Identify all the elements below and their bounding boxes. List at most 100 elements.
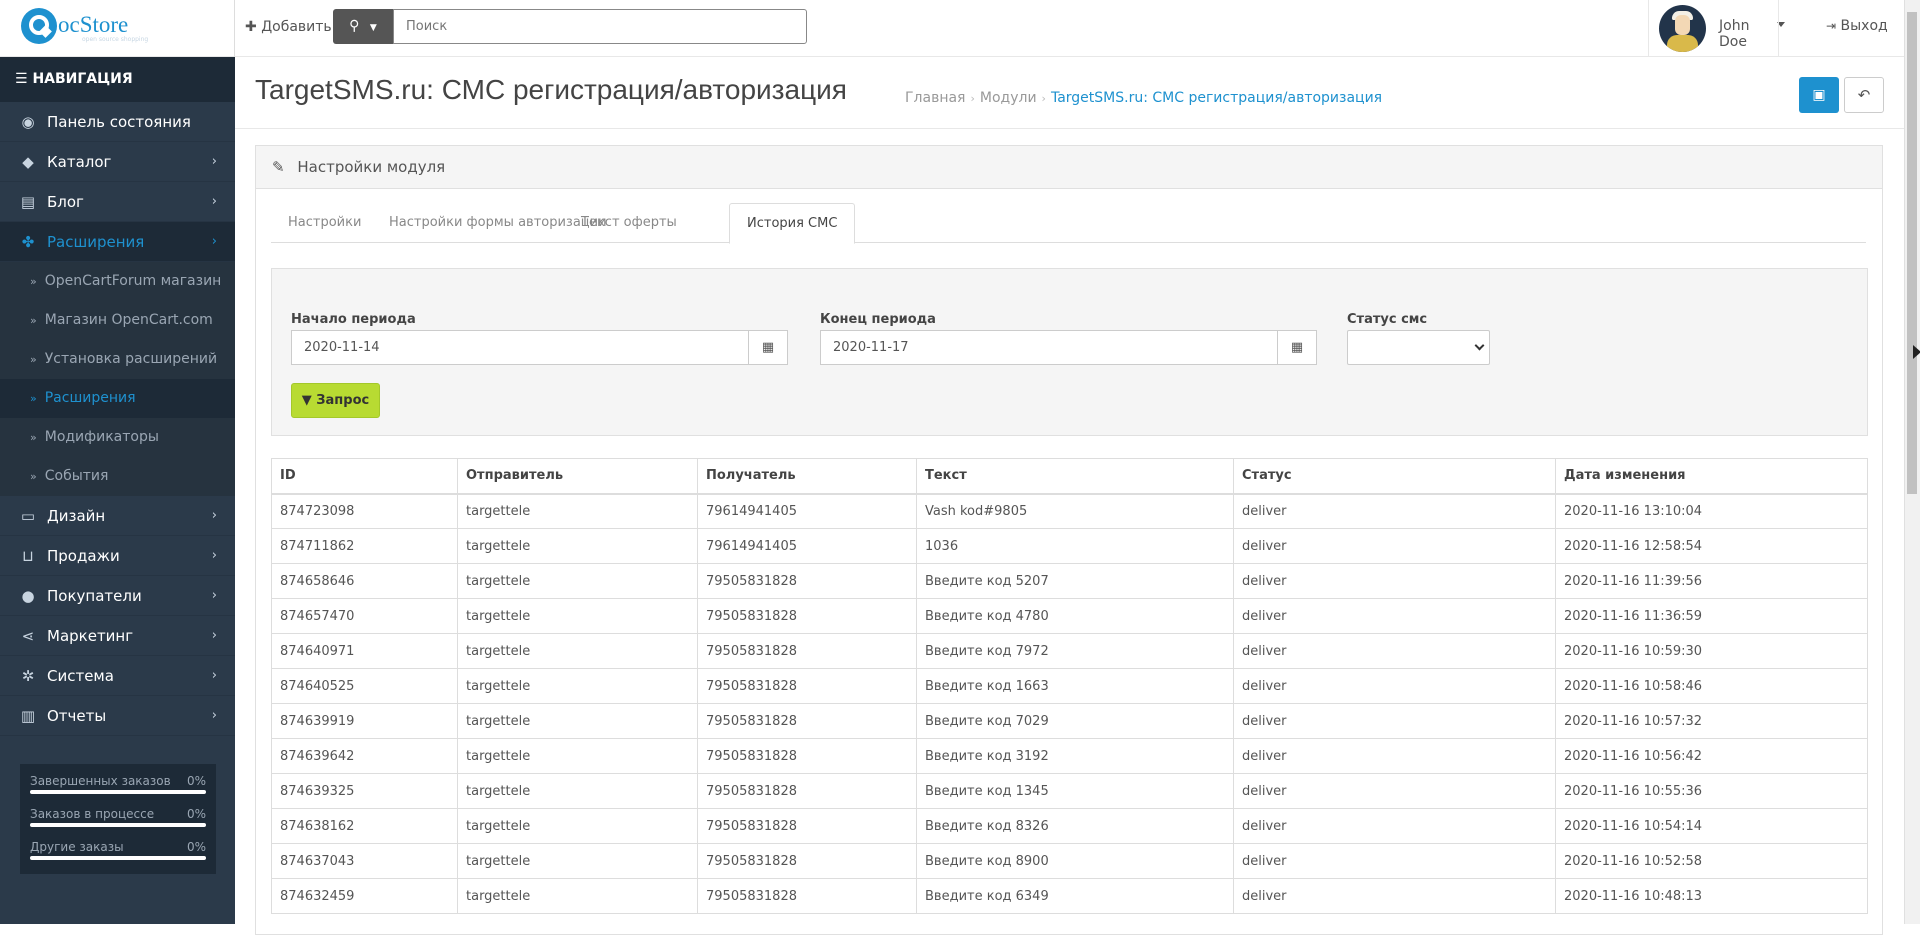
save-button[interactable]: ▣ xyxy=(1799,77,1839,113)
book-icon: ▤ xyxy=(20,193,36,211)
cell-date: 2020-11-16 10:57:32 xyxy=(1555,703,1868,739)
scrollbar-thumb[interactable] xyxy=(1907,12,1917,494)
breadcrumb-current[interactable]: TargetSMS.ru: СМС регистрация/авторизаци… xyxy=(1051,90,1382,106)
query-label: Запрос xyxy=(316,393,370,408)
angle-double-right-icon: » xyxy=(30,470,37,483)
sidebar-item-dashboard[interactable]: ◉ Панель состояния xyxy=(0,102,235,142)
logout-button[interactable]: ⇥ Выход xyxy=(1778,0,1904,57)
sidebar-subitem-opencart-store[interactable]: » Магазин OpenCart.com xyxy=(0,301,235,340)
back-button[interactable]: ↶ xyxy=(1844,77,1884,113)
save-icon: ▣ xyxy=(1812,87,1826,103)
column-header-status[interactable]: Статус xyxy=(1233,458,1556,495)
table-row: 874640971 targettele 79505831828 Введите ко… xyxy=(271,633,1868,669)
user-menu[interactable]: John Doe xyxy=(1648,0,1785,57)
stat-value: 0% xyxy=(186,774,206,788)
cell-status: deliver xyxy=(1233,843,1556,879)
tab-sms-history[interactable]: История СМС xyxy=(729,203,856,244)
add-button[interactable]: ✚ Добавить xyxy=(245,16,332,38)
cell-id: 874638162 xyxy=(271,808,458,844)
search-dropdown-button[interactable]: ⚲ ▼ xyxy=(333,9,393,44)
sidebar-item-label: Расширения xyxy=(47,233,145,251)
calendar-icon: ▦ xyxy=(1290,340,1304,355)
cell-sender: targettele xyxy=(457,493,698,529)
cell-sender: targettele xyxy=(457,668,698,704)
start-date-label: Начало периода xyxy=(291,312,416,327)
search-input[interactable] xyxy=(394,10,806,43)
sidebar-subitem-events[interactable]: » События xyxy=(0,457,235,496)
progress-bar xyxy=(30,856,206,860)
column-header-text[interactable]: Текст xyxy=(916,458,1234,495)
cell-sender: targettele xyxy=(457,843,698,879)
sidebar-item-system[interactable]: ✲ Система › xyxy=(0,656,235,696)
column-header-date[interactable]: Дата изменения xyxy=(1555,458,1868,495)
end-calendar-button[interactable]: ▦ xyxy=(1277,330,1317,365)
sidebar-item-label: Маркетинг xyxy=(47,627,134,645)
sidebar-item-label: Блог xyxy=(47,193,84,211)
end-date-label: Конец периода xyxy=(820,312,936,327)
sign-out-icon: ⇥ xyxy=(1826,19,1837,33)
sidebar-subitem-label: Модификаторы xyxy=(44,429,159,445)
cell-id: 874637043 xyxy=(271,843,458,879)
chevron-right-icon: › xyxy=(211,668,217,683)
calendar-icon: ▦ xyxy=(761,340,775,355)
sidebar-item-design[interactable]: ▭ Дизайн › xyxy=(0,496,235,536)
tab-settings[interactable]: Настройки xyxy=(271,203,378,243)
search-icon: ⚲ xyxy=(349,18,360,34)
start-date-field[interactable]: 2020-11-14 xyxy=(291,330,749,365)
sidebar-item-marketing[interactable]: ⋖ Маркетинг › xyxy=(0,616,235,656)
cell-status: deliver xyxy=(1233,878,1556,914)
sidebar-item-customers[interactable]: ● Покупатели › xyxy=(0,576,235,616)
column-header-recipient[interactable]: Получатель xyxy=(697,458,917,495)
sms-status-select[interactable] xyxy=(1347,330,1490,365)
top-header: ocStore open source shopping ✚ Добавить … xyxy=(0,0,1904,57)
sidebar-item-blog[interactable]: ▤ Блог › xyxy=(0,182,235,222)
tab-offer-text[interactable]: Текст оферты xyxy=(564,203,694,243)
cell-status: deliver xyxy=(1233,563,1556,599)
table-row: 874632459 targettele 79505831828 Введите ко… xyxy=(271,878,1868,914)
cell-sender: targettele xyxy=(457,808,698,844)
sidebar-subitem-label: Установка расширений xyxy=(44,351,218,367)
sidebar-subitem-installer[interactable]: » Установка расширений xyxy=(0,340,235,379)
nav-header[interactable]: ☰ НАВИГАЦИЯ xyxy=(0,57,235,102)
logo[interactable]: ocStore open source shopping xyxy=(0,0,235,57)
sidebar-item-catalog[interactable]: ◆ Каталог › xyxy=(0,142,235,182)
cell-status: deliver xyxy=(1233,808,1556,844)
cell-text: Введите код 8326 xyxy=(916,808,1234,844)
sidebar-subitem-label: OpenCartForum магазин xyxy=(44,273,222,289)
cell-date: 2020-11-16 11:39:56 xyxy=(1555,563,1868,599)
sidebar-item-reports[interactable]: ▥ Отчеты › xyxy=(0,696,235,736)
breadcrumb-modules[interactable]: Модули xyxy=(980,90,1037,106)
breadcrumb-home[interactable]: Главная xyxy=(905,90,965,106)
table-row: 874639325 targettele 79505831828 Введите ко… xyxy=(271,773,1868,809)
end-date-field[interactable]: 2020-11-17 xyxy=(820,330,1278,365)
cell-id: 874639325 xyxy=(271,773,458,809)
panel-heading: ✎ Настройки модуля xyxy=(256,146,1882,189)
column-header-id[interactable]: ID xyxy=(271,458,458,495)
sidebar-subitem-extensions[interactable]: » Расширения xyxy=(0,379,235,418)
stat-label: Завершенных заказов xyxy=(30,774,171,788)
cell-date: 2020-11-16 10:55:36 xyxy=(1555,773,1868,809)
column-header-sender[interactable]: Отправитель xyxy=(457,458,698,495)
mouse-cursor xyxy=(1913,345,1920,359)
sidebar-item-sales[interactable]: ⊔ Продажи › xyxy=(0,536,235,576)
cell-text: Введите код 3192 xyxy=(916,738,1234,774)
cell-sender: targettele xyxy=(457,738,698,774)
sidebar-item-extensions[interactable]: ✤ Расширения › xyxy=(0,222,235,262)
angle-double-right-icon: » xyxy=(30,275,37,288)
cell-sender: targettele xyxy=(457,878,698,914)
table-header-row: ID Отправитель Получатель Текст Статус Д… xyxy=(271,458,1868,495)
stat-label: Заказов в процессе xyxy=(30,807,155,821)
cell-status: deliver xyxy=(1233,773,1556,809)
filter-icon: ▼ xyxy=(301,393,312,408)
sidebar-subitem-modifications[interactable]: » Модификаторы xyxy=(0,418,235,457)
query-button[interactable]: ▼ Запрос xyxy=(291,383,380,418)
cell-text: Введите код 7972 xyxy=(916,633,1234,669)
chevron-right-icon: › xyxy=(211,234,217,249)
cell-status: deliver xyxy=(1233,703,1556,739)
sidebar-subitem-opencartforum[interactable]: » OpenCartForum магазин xyxy=(0,262,235,301)
search-field[interactable] xyxy=(393,9,807,44)
cell-recipient: 79505831828 xyxy=(697,563,917,599)
sidebar-item-label: Отчеты xyxy=(47,707,107,725)
cell-recipient: 79505831828 xyxy=(697,773,917,809)
start-calendar-button[interactable]: ▦ xyxy=(748,330,788,365)
